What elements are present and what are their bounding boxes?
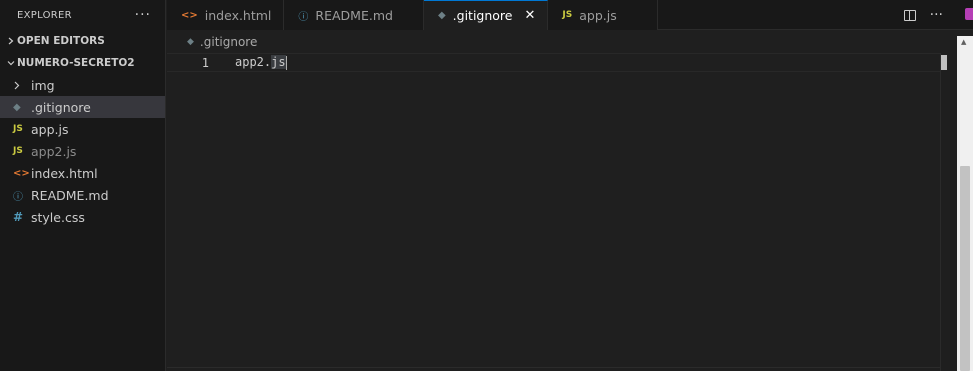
- git-icon: ◆: [13, 101, 21, 113]
- chevron-down-icon: [4, 59, 17, 67]
- explorer-header: EXPLORER ···: [0, 0, 165, 30]
- js-icon: JS: [13, 124, 23, 134]
- tab-label: app.js: [579, 7, 617, 23]
- tab-app-js[interactable]: JS app.js: [548, 0, 658, 30]
- line-text-highlight: js: [271, 55, 286, 70]
- tab-label: .gitignore: [452, 8, 513, 23]
- tree-item-label: index.html: [31, 165, 98, 181]
- hash-icon: #: [13, 210, 24, 224]
- tree-item-label: style.css: [31, 209, 85, 225]
- git-icon: ◆: [187, 37, 194, 47]
- html-icon: <>: [181, 9, 198, 21]
- open-editors-section[interactable]: OPEN EDITORS: [0, 30, 165, 52]
- split-editor-icon[interactable]: [903, 9, 916, 21]
- open-editors-label: OPEN EDITORS: [17, 35, 105, 47]
- breadcrumb: ◆ .gitignore: [167, 31, 257, 53]
- close-icon[interactable]: ✕: [524, 8, 535, 23]
- more-actions-icon[interactable]: ···: [135, 7, 151, 23]
- more-actions-icon[interactable]: ···: [930, 7, 943, 23]
- overview-ruler-cursor-mark: [941, 55, 947, 70]
- info-icon: ⓘ: [13, 191, 23, 203]
- editor-actions: ···: [903, 0, 943, 30]
- explorer-sidebar: EXPLORER ··· OPEN EDITORS NUMERO-SECRETO…: [0, 0, 166, 371]
- line-text-plain: app2.: [235, 55, 272, 70]
- tree-item-index-html[interactable]: <> index.html: [0, 162, 165, 184]
- breadcrumb-label[interactable]: .gitignore: [200, 35, 257, 49]
- tree-item-label: img: [31, 77, 55, 93]
- tree-item-img[interactable]: img: [0, 74, 165, 96]
- tab-index-html[interactable]: <> index.html: [167, 0, 285, 30]
- tree-item-label: app2.js: [31, 143, 77, 159]
- tab-label: index.html: [204, 7, 272, 23]
- tree-item-label: README.md: [31, 187, 109, 203]
- line-number: 1: [201, 55, 209, 70]
- tree-item-label: .gitignore: [31, 99, 91, 115]
- editor-area[interactable]: 1 app2.js: [167, 53, 940, 371]
- html-icon: <>: [13, 167, 30, 179]
- tree-item-app2-js[interactable]: JS app2.js: [0, 140, 165, 162]
- tree-item-label: app.js: [31, 121, 69, 137]
- tree-item-gitignore[interactable]: ◆ .gitignore: [0, 96, 165, 118]
- text-cursor: [285, 55, 288, 70]
- info-icon: ⓘ: [298, 11, 309, 23]
- tree-item-style-css[interactable]: # style.css: [0, 206, 165, 228]
- tree-item-app-js[interactable]: JS app.js: [0, 118, 165, 140]
- folder-section[interactable]: NUMERO-SECRETO2: [0, 52, 165, 74]
- folder-label: NUMERO-SECRETO2: [17, 57, 135, 69]
- tree-item-readme[interactable]: ⓘ README.md: [0, 184, 165, 206]
- overview-ruler: [940, 53, 941, 371]
- tab-readme[interactable]: ⓘ README.md: [284, 0, 424, 30]
- chevron-right-icon: [4, 37, 17, 45]
- explorer-title: EXPLORER: [17, 9, 72, 21]
- tab-label: README.md: [315, 7, 393, 23]
- js-icon: JS: [562, 10, 573, 20]
- js-icon: JS: [13, 146, 23, 156]
- tab-bar: <> index.html ⓘ README.md ◆ .gitignore ✕…: [167, 0, 973, 30]
- tab-gitignore[interactable]: ◆ .gitignore ✕: [423, 0, 549, 30]
- chevron-right-icon: [13, 81, 31, 90]
- edge-accent: [965, 8, 973, 20]
- window-scrollbar-thumb[interactable]: [960, 166, 970, 371]
- editor-bottom-border: [167, 367, 940, 368]
- code-line[interactable]: 1 app2.js: [167, 53, 940, 72]
- git-icon: ◆: [437, 10, 446, 21]
- scroll-up-arrow-icon[interactable]: ▲: [961, 38, 966, 46]
- line-text[interactable]: app2.js: [235, 55, 288, 70]
